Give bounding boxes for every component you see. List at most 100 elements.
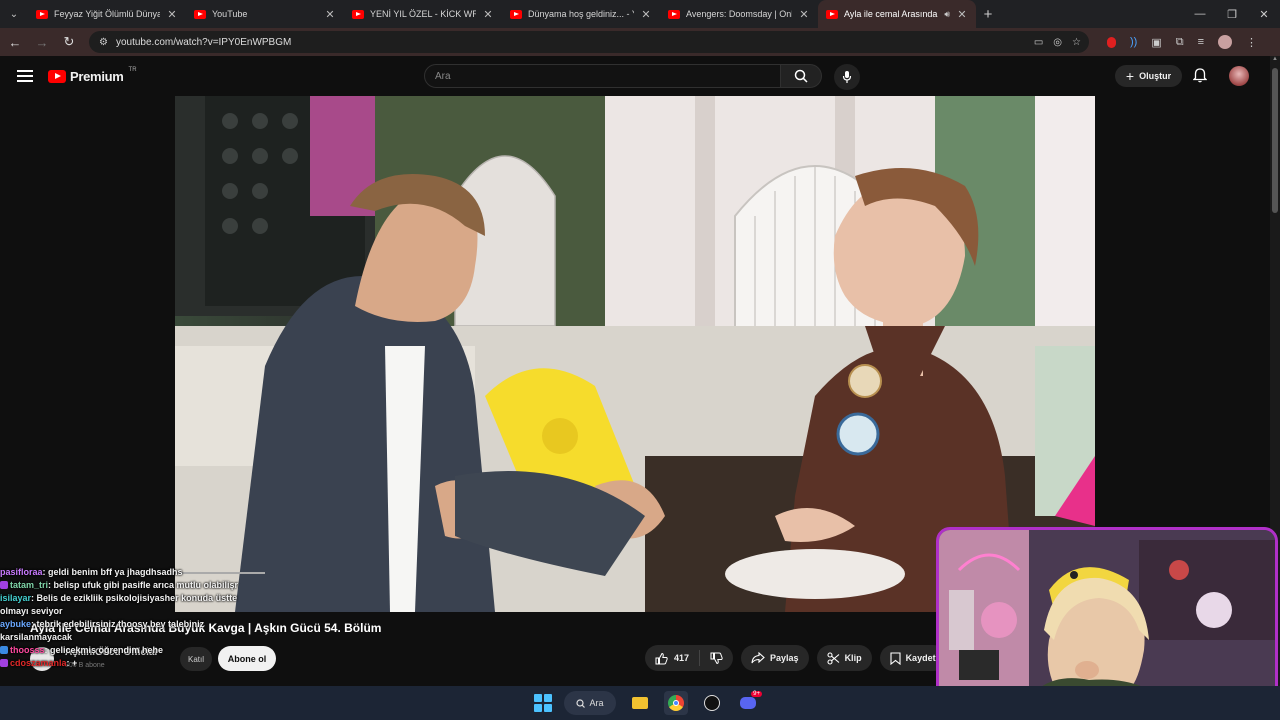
chat-message: tatam_tri: belisp ufuk gibi pasifle arıc… <box>0 579 240 592</box>
chat-badge-icon <box>0 646 8 655</box>
obs-icon[interactable] <box>700 691 724 715</box>
stream-chat-overlay: pasifloraa: geldi benim bff ya jhagdhsad… <box>0 566 240 670</box>
site-info-icon[interactable]: ⚙ <box>99 37 108 48</box>
browser-tab[interactable]: YENİ YIL ÖZEL - KİCK WRAPPED ✕ <box>344 0 502 28</box>
bookmark-icon <box>890 651 901 665</box>
bell-icon <box>1192 68 1208 83</box>
eye-off-icon[interactable]: ◎ <box>1053 37 1062 48</box>
close-tab-icon[interactable]: ✕ <box>798 8 810 21</box>
share-button[interactable]: Paylaş <box>741 645 809 671</box>
browser-tab[interactable]: Dünyama hoş geldiniz... - YouTu ✕ <box>502 0 660 28</box>
chat-username: aybuke <box>0 619 32 630</box>
speaker-icon[interactable]: 🔊︎ <box>944 9 950 20</box>
account-avatar[interactable] <box>1229 66 1249 86</box>
file-explorer-icon[interactable] <box>628 691 652 715</box>
close-tab-icon[interactable]: ✕ <box>956 8 968 21</box>
browser-tab-active[interactable]: Ayla ile cemal Arasında Büy 🔊︎ ✕ <box>818 0 976 28</box>
youtube-favicon-icon <box>826 9 838 19</box>
close-tab-icon[interactable]: ✕ <box>482 8 494 21</box>
forward-button[interactable]: → <box>30 30 54 54</box>
windows-taskbar: Ara 9+ <box>0 686 1280 720</box>
region-code: TR <box>128 67 137 73</box>
browser-tab-bar: ⌄ Feyyaz Yiğit Ölümlü Dünya Sah ✕ YouTube… <box>0 0 1280 28</box>
youtube-play-icon <box>48 69 66 83</box>
dislike-button[interactable] <box>700 652 733 665</box>
tab-title: YouTube <box>212 9 248 19</box>
windows-start-icon[interactable] <box>534 694 552 712</box>
record-extension-icon[interactable] <box>1107 36 1116 48</box>
search-input[interactable] <box>424 64 781 88</box>
restore-icon[interactable]: ❐ <box>1216 0 1248 28</box>
browser-tab[interactable]: Feyyaz Yiğit Ölümlü Dünya Sah ✕ <box>28 0 186 28</box>
more-vert-icon[interactable]: ⋮ <box>1246 36 1257 49</box>
chat-message: pasifloraa: geldi benim bff ya jhagdhsad… <box>0 566 240 579</box>
taskbar-search-label: Ara <box>589 698 604 708</box>
plus-icon: + <box>1125 68 1135 84</box>
chat-text: : + <box>66 658 78 669</box>
scroll-up-icon[interactable]: ▲ <box>1270 56 1280 66</box>
clip-button[interactable]: Klip <box>816 645 872 671</box>
cast-icon[interactable]: ▭ <box>1034 37 1043 48</box>
close-tab-icon[interactable]: ✕ <box>166 8 178 21</box>
scrollbar-thumb[interactable] <box>1272 68 1278 213</box>
notifications-button[interactable] <box>1192 68 1208 88</box>
video-actions: 417 Paylaş Klip Kaydet <box>645 645 946 671</box>
address-bar[interactable]: ⚙ youtube.com/watch?v=IPY0EnWPBGM ▭ ◎ ☆ <box>89 31 1089 53</box>
window-controls: — ❐ ✕ <box>1184 0 1280 28</box>
save-label: Kaydet <box>905 653 936 663</box>
clip-label: Klip <box>844 653 862 663</box>
chat-badge-icon <box>0 659 8 668</box>
minimize-icon[interactable]: — <box>1184 0 1216 28</box>
chat-message: thoosss: gelicekmiş öğrendim hehe <box>0 644 240 657</box>
bookmark-star-icon[interactable]: ☆ <box>1072 37 1081 48</box>
logo-text: Premium <box>70 68 124 84</box>
chat-badge-icon <box>0 581 8 590</box>
tab-title: Ayla ile cemal Arasında Büy <box>844 9 938 19</box>
media-control-icon[interactable]: ≡ <box>1198 36 1204 48</box>
youtube-logo[interactable]: Premium TR <box>48 67 137 84</box>
hamburger-menu-icon[interactable] <box>17 70 33 82</box>
chat-text: : geldi benim bff ya jhagdhsadhs <box>42 567 183 577</box>
youtube-favicon-icon <box>668 9 680 19</box>
audio-extension-icon[interactable]: )) <box>1130 36 1137 48</box>
new-tab-button[interactable]: + <box>976 6 1000 23</box>
youtube-favicon-icon <box>510 9 522 19</box>
chat-message: cdoszamanla: + <box>0 657 240 670</box>
extension-icon[interactable]: ▣ <box>1151 36 1161 49</box>
taskbar-search[interactable]: Ara <box>564 691 616 715</box>
tab-search-button[interactable]: ⌄ <box>0 0 28 28</box>
search-icon <box>576 698 586 708</box>
close-tab-icon[interactable]: ✕ <box>324 8 336 21</box>
voice-search-button[interactable] <box>834 64 860 90</box>
url-text: youtube.com/watch?v=IPY0EnWPBGM <box>115 36 292 48</box>
reload-button[interactable]: ↻ <box>57 30 81 54</box>
profile-avatar[interactable] <box>1218 35 1233 49</box>
close-window-icon[interactable]: ✕ <box>1248 0 1280 28</box>
create-button[interactable]: + Oluştur <box>1115 65 1182 87</box>
like-count: 417 <box>674 653 690 663</box>
chat-message: isilayar: Belis de ezikliik psikolojisiy… <box>0 592 240 618</box>
search-box <box>424 64 822 88</box>
taskbar-icons: Ara 9+ <box>534 686 762 720</box>
chat-message: aybuke: tebrik edebilirsiniz thoosy bey … <box>0 618 240 644</box>
thumbs-down-icon <box>710 652 723 664</box>
puzzle-icon[interactable]: ⧉ <box>1176 36 1184 49</box>
browser-tab[interactable]: Avengers: Doomsday | Only in ✕ <box>660 0 818 28</box>
like-button[interactable]: 417 <box>645 650 701 666</box>
search-button[interactable] <box>781 64 822 88</box>
chrome-icon[interactable] <box>664 691 688 715</box>
microphone-icon <box>842 71 852 83</box>
close-tab-icon[interactable]: ✕ <box>640 8 652 21</box>
share-label: Paylaş <box>770 653 799 663</box>
browser-tab[interactable]: YouTube ✕ <box>186 0 344 28</box>
like-dislike-group: 417 <box>645 645 734 671</box>
back-button[interactable]: ← <box>3 30 27 54</box>
create-label: Oluştur <box>1139 71 1172 81</box>
extensions-area: )) ▣ ⧉ ≡ ⋮ <box>1107 35 1257 49</box>
discord-icon[interactable]: 9+ <box>736 691 762 715</box>
chat-text: : belisp ufuk gibi pasifle arıca mutlu o… <box>48 580 239 591</box>
chat-text: : tebrik edebilirsiniz thoosy bey talebi… <box>0 619 205 643</box>
youtube-header: Premium TR + Oluştur <box>0 56 1270 96</box>
chat-username: tatam_tri <box>10 580 49 591</box>
chat-username: pasifloraa <box>0 567 43 577</box>
